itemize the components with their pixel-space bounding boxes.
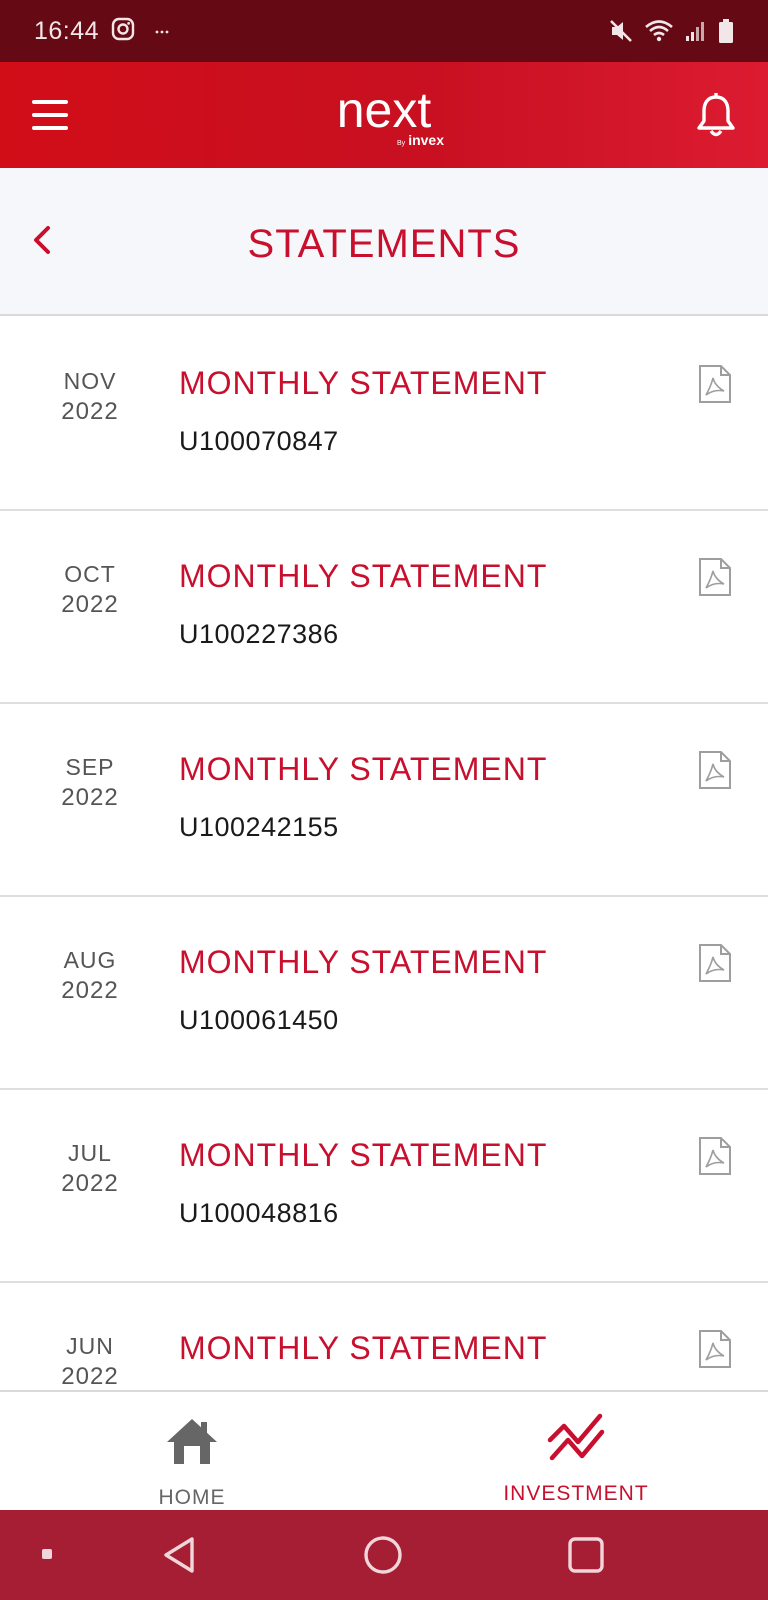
overview-square-icon[interactable] bbox=[566, 1535, 606, 1580]
statement-year: 2022 bbox=[61, 1363, 119, 1390]
statement-year: 2022 bbox=[61, 1170, 119, 1197]
statement-month: JUL bbox=[68, 1140, 112, 1166]
logo-by: By bbox=[397, 140, 406, 147]
statement-number: U100061450 bbox=[179, 1005, 339, 1035]
logo-text: next bbox=[336, 82, 432, 138]
recents-dot-icon[interactable] bbox=[40, 1547, 54, 1566]
status-bar: 16:44 bbox=[0, 0, 768, 62]
statement-year: 2022 bbox=[61, 784, 119, 811]
statement-number: U100227386 bbox=[179, 619, 339, 649]
hamburger-menu-button[interactable] bbox=[32, 100, 68, 130]
statement-title: MONTHLY STATEMENT bbox=[179, 365, 548, 401]
system-navigation-bar bbox=[0, 1510, 768, 1600]
statement-row[interactable]: SEP 2022 MONTHLY STATEMENT U100242155 bbox=[0, 704, 768, 897]
home-circle-icon[interactable] bbox=[362, 1534, 404, 1581]
logo-brand: invex bbox=[408, 132, 444, 148]
statement-row[interactable]: JUN 2022 MONTHLY STATEMENT bbox=[0, 1283, 768, 1390]
nav-home[interactable]: HOME bbox=[0, 1392, 384, 1512]
more-dots-icon bbox=[155, 22, 169, 40]
home-icon bbox=[165, 1416, 219, 1471]
battery-icon bbox=[718, 18, 734, 44]
statement-year: 2022 bbox=[61, 591, 119, 618]
notifications-button[interactable] bbox=[694, 92, 738, 140]
statement-row[interactable]: AUG 2022 MONTHLY STATEMENT U100061450 bbox=[0, 897, 768, 1090]
statement-row[interactable]: JUL 2022 MONTHLY STATEMENT U100048816 bbox=[0, 1090, 768, 1283]
statement-row[interactable]: OCT 2022 MONTHLY STATEMENT U100227386 bbox=[0, 511, 768, 704]
investment-chart-icon bbox=[544, 1412, 608, 1467]
statement-month: OCT bbox=[64, 561, 116, 587]
statement-month: SEP bbox=[65, 754, 115, 780]
statement-month: JUN bbox=[66, 1333, 114, 1359]
bottom-navigation: HOME INVESTMENT bbox=[0, 1390, 768, 1510]
statement-row[interactable]: NOV 2022 MONTHLY STATEMENT U100070847 bbox=[0, 318, 768, 511]
statement-number: U100070847 bbox=[179, 426, 339, 456]
pdf-icon[interactable] bbox=[697, 1136, 733, 1176]
statement-title: MONTHLY STATEMENT bbox=[179, 751, 548, 787]
nav-investment[interactable]: INVESTMENT bbox=[384, 1392, 768, 1512]
statement-month: NOV bbox=[63, 368, 117, 394]
nav-home-label: HOME bbox=[158, 1486, 226, 1509]
app-logo: next By invex bbox=[314, 80, 454, 150]
instagram-icon bbox=[111, 17, 135, 46]
statement-title: MONTHLY STATEMENT bbox=[179, 1137, 548, 1173]
app-header: next By invex bbox=[0, 62, 768, 168]
nav-investment-label: INVESTMENT bbox=[503, 1482, 649, 1505]
status-time: 16:44 bbox=[34, 16, 100, 45]
signal-icon bbox=[684, 19, 708, 43]
statement-year: 2022 bbox=[61, 398, 119, 425]
statement-number: U100242155 bbox=[179, 812, 339, 842]
statement-number: U100048816 bbox=[179, 1198, 339, 1228]
statement-month: AUG bbox=[63, 947, 117, 973]
pdf-icon[interactable] bbox=[697, 364, 733, 404]
pdf-icon[interactable] bbox=[697, 750, 733, 790]
bell-icon bbox=[694, 93, 738, 144]
page-title: STATEMENTS bbox=[247, 222, 521, 266]
back-triangle-icon[interactable] bbox=[160, 1535, 198, 1580]
statement-list: NOV 2022 MONTHLY STATEMENT U100070847 OC… bbox=[0, 318, 768, 1390]
statement-title: MONTHLY STATEMENT bbox=[179, 944, 548, 980]
pdf-icon[interactable] bbox=[697, 1329, 733, 1369]
pdf-icon[interactable] bbox=[697, 557, 733, 597]
wifi-icon bbox=[644, 18, 674, 44]
statement-title: MONTHLY STATEMENT bbox=[179, 1330, 548, 1366]
pdf-icon[interactable] bbox=[697, 943, 733, 983]
statement-title: MONTHLY STATEMENT bbox=[179, 558, 548, 594]
statement-year: 2022 bbox=[61, 977, 119, 1004]
mute-icon bbox=[608, 18, 634, 44]
